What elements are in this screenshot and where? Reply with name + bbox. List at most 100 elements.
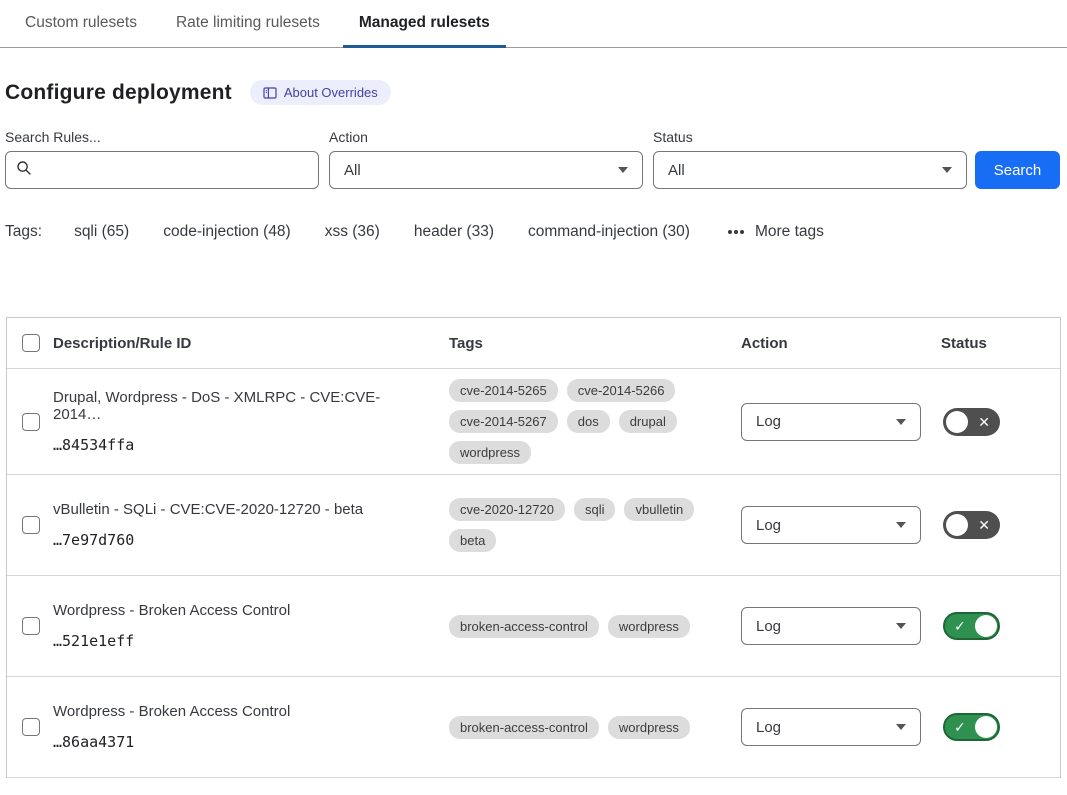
toggle-knob xyxy=(946,514,968,536)
rule-description: Drupal, Wordpress - DoS - XMLRPC - CVE:C… xyxy=(53,389,425,423)
table-row: Wordpress - Broken Access Control …521e1… xyxy=(7,576,1060,677)
search-rules-input[interactable] xyxy=(40,162,308,179)
row-checkbox[interactable] xyxy=(22,718,40,736)
rule-description: Wordpress - Broken Access Control xyxy=(53,703,425,720)
status-toggle[interactable]: ✕ xyxy=(943,408,1000,436)
chevron-down-icon xyxy=(896,419,906,425)
action-filter-value: All xyxy=(344,162,361,179)
row-action-select[interactable]: Log xyxy=(741,607,921,645)
tag-pill: cve-2014-5266 xyxy=(567,379,676,402)
tag-link-xss[interactable]: xss (36) xyxy=(325,223,380,241)
filter-row: Search Rules... Action All Status All Se… xyxy=(0,105,1067,189)
toggle-state-icon: ✓ xyxy=(954,614,966,638)
action-filter-select[interactable]: All xyxy=(329,151,643,189)
row-action-value: Log xyxy=(756,618,781,635)
row-action-value: Log xyxy=(756,517,781,534)
search-icon xyxy=(16,160,32,180)
status-toggle[interactable]: ✓ xyxy=(943,612,1000,640)
chevron-down-icon xyxy=(896,522,906,528)
rule-id: …7e97d760 xyxy=(53,531,425,549)
rules-table: Description/Rule ID Tags Action Status D… xyxy=(6,317,1061,778)
chevron-down-icon xyxy=(942,167,952,173)
row-action-select[interactable]: Log xyxy=(741,506,921,544)
tag-link-code-injection[interactable]: code-injection (48) xyxy=(163,223,291,241)
toggle-knob xyxy=(975,615,997,637)
table-row: vBulletin - SQLi - CVE:CVE-2020-12720 - … xyxy=(7,475,1060,576)
tag-pill: sqli xyxy=(574,498,616,521)
rule-id: …521e1eff xyxy=(53,632,425,650)
status-filter-select[interactable]: All xyxy=(653,151,967,189)
rule-description: Wordpress - Broken Access Control xyxy=(53,602,425,619)
page-header: Configure deployment About Overrides xyxy=(0,48,1067,105)
chevron-down-icon xyxy=(618,167,628,173)
column-header-action: Action xyxy=(741,335,941,352)
tag-link-header[interactable]: header (33) xyxy=(414,223,494,241)
status-toggle[interactable]: ✓ xyxy=(943,713,1000,741)
more-tags-label: More tags xyxy=(755,223,824,241)
action-filter-label: Action xyxy=(329,129,643,145)
toggle-state-icon: ✕ xyxy=(978,511,990,539)
action-filter-field: Action All xyxy=(329,129,643,189)
row-checkbox[interactable] xyxy=(22,617,40,635)
table-row: Drupal, Wordpress - DoS - XMLRPC - CVE:C… xyxy=(7,369,1060,475)
tag-pill: cve-2014-5265 xyxy=(449,379,558,402)
rule-description: vBulletin - SQLi - CVE:CVE-2020-12720 - … xyxy=(53,501,425,518)
rule-id: …86aa4371 xyxy=(53,733,425,751)
ruleset-tabbar: Custom rulesets Rate limiting rulesets M… xyxy=(0,0,1067,48)
tag-link-command-injection[interactable]: command-injection (30) xyxy=(528,223,690,241)
table-row: Wordpress - Broken Access Control …86aa4… xyxy=(7,677,1060,778)
toggle-knob xyxy=(975,716,997,738)
more-tags-button[interactable]: More tags xyxy=(728,223,824,241)
tag-pill: cve-2014-5267 xyxy=(449,410,558,433)
toggle-knob xyxy=(946,411,968,433)
tab-rate-limiting-rulesets[interactable]: Rate limiting rulesets xyxy=(160,12,336,48)
tab-custom-rulesets[interactable]: Custom rulesets xyxy=(9,12,153,48)
tag-pill: drupal xyxy=(619,410,677,433)
ellipsis-icon xyxy=(728,230,732,234)
row-action-value: Log xyxy=(756,719,781,736)
about-overrides-label: About Overrides xyxy=(284,85,378,100)
tags-bar: Tags: sqli (65) code-injection (48) xss … xyxy=(0,189,1067,241)
row-action-value: Log xyxy=(756,413,781,430)
status-filter-value: All xyxy=(668,162,685,179)
select-all-checkbox[interactable] xyxy=(22,334,40,352)
tags-label: Tags: xyxy=(5,223,42,241)
status-filter-label: Status xyxy=(653,129,967,145)
rule-tags: broken-access-control wordpress xyxy=(449,716,741,739)
column-header-description: Description/Rule ID xyxy=(53,335,449,352)
row-action-select[interactable]: Log xyxy=(741,403,921,441)
chevron-down-icon xyxy=(896,724,906,730)
table-header-row: Description/Rule ID Tags Action Status xyxy=(7,318,1060,369)
tag-pill: wordpress xyxy=(608,615,690,638)
tag-pill: beta xyxy=(449,529,496,552)
about-overrides-badge[interactable]: About Overrides xyxy=(250,80,391,105)
docs-book-icon xyxy=(263,86,277,100)
search-rules-label: Search Rules... xyxy=(5,129,319,145)
search-button[interactable]: Search xyxy=(975,151,1060,189)
tag-pill: vbulletin xyxy=(624,498,694,521)
search-input-wrapper xyxy=(5,151,319,189)
rule-tags: cve-2014-5265 cve-2014-5266 cve-2014-526… xyxy=(449,379,741,464)
row-checkbox[interactable] xyxy=(22,413,40,431)
rule-tags: cve-2020-12720 sqli vbulletin beta xyxy=(449,498,741,552)
tag-pill: broken-access-control xyxy=(449,615,599,638)
tag-pill: broken-access-control xyxy=(449,716,599,739)
column-header-status: Status xyxy=(941,335,1060,352)
rule-id: …84534ffa xyxy=(53,436,425,454)
toggle-state-icon: ✕ xyxy=(978,408,990,436)
rule-tags: broken-access-control wordpress xyxy=(449,615,741,638)
tag-pill: cve-2020-12720 xyxy=(449,498,565,521)
row-action-select[interactable]: Log xyxy=(741,708,921,746)
toggle-state-icon: ✓ xyxy=(954,715,966,739)
status-toggle[interactable]: ✕ xyxy=(943,511,1000,539)
row-checkbox[interactable] xyxy=(22,516,40,534)
tag-link-sqli[interactable]: sqli (65) xyxy=(74,223,129,241)
tag-pill: wordpress xyxy=(608,716,690,739)
column-header-tags: Tags xyxy=(449,335,741,352)
tag-pill: wordpress xyxy=(449,441,531,464)
tag-pill: dos xyxy=(567,410,610,433)
page-title: Configure deployment xyxy=(5,81,232,105)
chevron-down-icon xyxy=(896,623,906,629)
status-filter-field: Status All xyxy=(653,129,967,189)
tab-managed-rulesets[interactable]: Managed rulesets xyxy=(343,12,506,48)
